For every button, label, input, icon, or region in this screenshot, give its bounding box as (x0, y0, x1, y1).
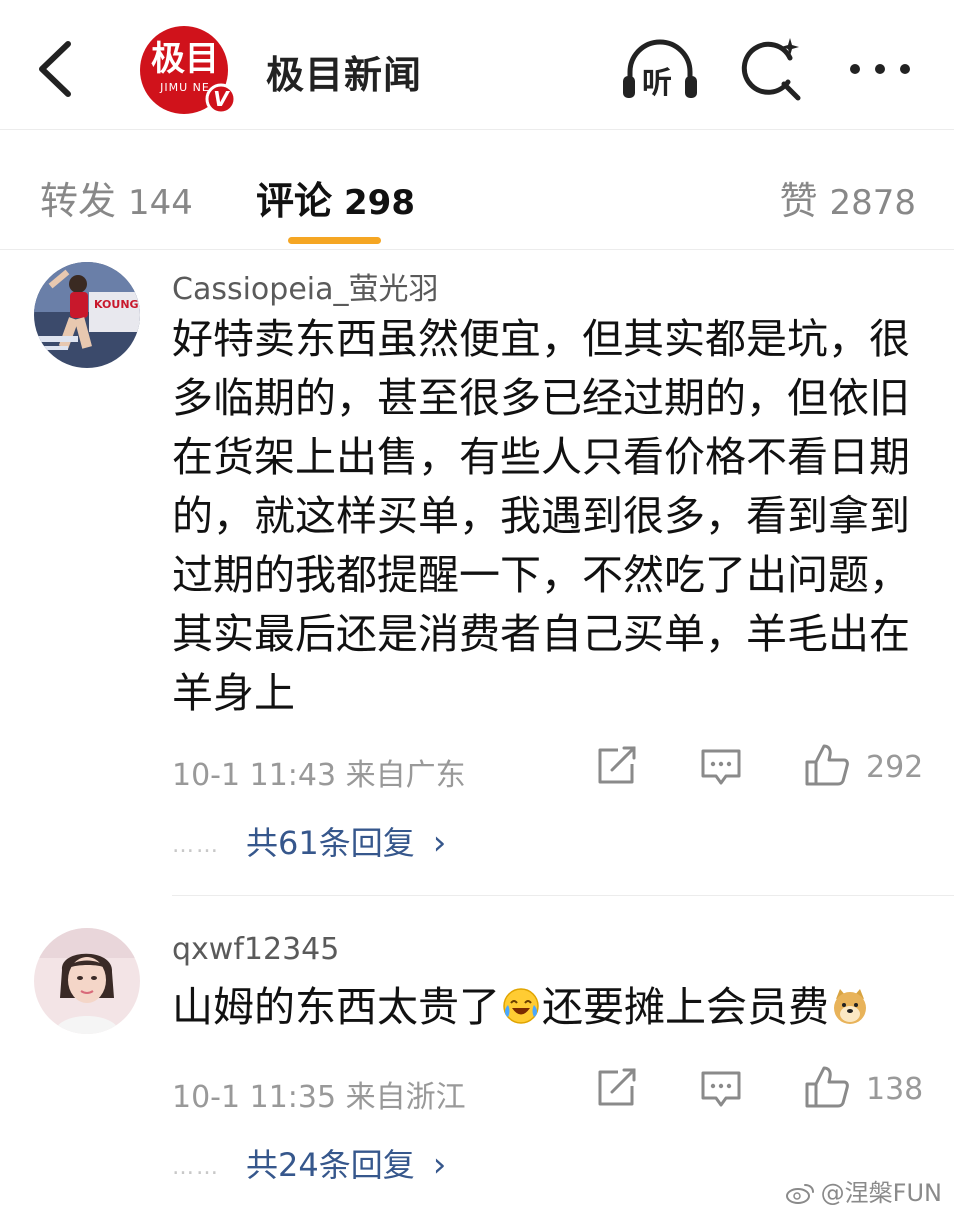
replies-count-label: 共24条回复 (246, 1146, 415, 1184)
reply-button[interactable] (700, 748, 742, 792)
share-icon (598, 1068, 636, 1106)
verified-badge: V (213, 87, 229, 111)
tab-comment-count: 298 (344, 183, 415, 223)
tab-like-count: 2878 (829, 183, 916, 223)
more-dots-icon (850, 64, 910, 74)
comment-text-part1: 山姆的东西太贵了 (172, 983, 500, 1031)
username[interactable]: qxwf12345 (172, 932, 339, 967)
view-replies-link[interactable]: …… 共24条回复 › (172, 1140, 446, 1186)
laugh-cry-emoji-icon (503, 988, 539, 1024)
comment-icon (701, 749, 741, 785)
watermark-text: @涅槃FUN (820, 1179, 942, 1207)
comment-item: qxwf12345 山姆的东西太贵了 还要摊上会员费 10-1 11:35 来自… (0, 896, 954, 1196)
user-avatar-image (34, 262, 140, 368)
doge-emoji-icon (834, 989, 866, 1024)
tab-repost-count: 144 (128, 183, 193, 223)
view-replies-link[interactable]: …… 共61条回复 › (172, 818, 446, 864)
username[interactable]: Cassiopeia_萤光羽 (172, 264, 439, 308)
weibo-logo-icon (785, 1184, 814, 1204)
share-icon (598, 746, 636, 784)
search-button[interactable] (738, 36, 806, 104)
account-logo[interactable]: 极目 JIMU NE V (137, 25, 237, 115)
back-button[interactable] (30, 38, 82, 100)
comment-text: 山姆的东西太贵了 还要摊上会员费 (172, 978, 924, 1037)
top-bar: 极目 JIMU NE V 极目新闻 听 (0, 0, 954, 130)
comment-text: 好特卖东西虽然便宜，但其实都是坑，很多临期的，甚至很多已经过期的，但依旧在货架上… (172, 315, 910, 717)
like-button[interactable] (804, 742, 850, 792)
comment-meta: 10-1 11:35 来自浙江 (172, 1080, 466, 1115)
avatar[interactable] (34, 928, 140, 1034)
tab-repost-label: 转发 (40, 179, 117, 223)
back-arrow-icon (39, 41, 71, 97)
replies-dots: …… (172, 1154, 220, 1180)
account-title: 极目新闻 (266, 53, 423, 97)
more-button[interactable] (845, 52, 915, 86)
search-icon (741, 38, 801, 101)
repost-button[interactable] (596, 1068, 638, 1112)
like-count: 292 (866, 750, 924, 785)
tab-like-label: 赞 (779, 179, 818, 223)
logo-text: 极目 (151, 39, 219, 79)
chevron-right-icon: › (432, 1145, 447, 1185)
repost-button[interactable] (596, 746, 638, 790)
user-avatar-image (34, 928, 140, 1034)
replies-dots: …… (172, 832, 220, 858)
like-button[interactable] (804, 1064, 850, 1114)
active-tab-indicator (288, 237, 381, 244)
reply-button[interactable] (700, 1070, 742, 1114)
chevron-right-icon: › (432, 823, 447, 863)
avatar[interactable]: KOUNG (34, 262, 140, 368)
comment-text-part2: 还要摊上会员费 (542, 983, 829, 1031)
comment-icon (701, 1071, 741, 1107)
comment-meta: 10-1 11:43 来自广东 (172, 758, 466, 793)
tab-like[interactable]: 赞 2878 (779, 170, 916, 225)
tab-comment-label: 评论 (256, 179, 333, 223)
thumbs-up-icon (805, 1066, 849, 1108)
avatar-text: KOUNG (94, 298, 139, 311)
listen-button[interactable]: 听 (620, 38, 700, 102)
like-count: 138 (866, 1072, 924, 1107)
comment-item: KOUNG Cassiopeia_萤光羽 好特卖东西虽然便宜，但其实都是坑，很多… (0, 250, 954, 896)
replies-count-label: 共61条回复 (246, 824, 415, 862)
listen-label: 听 (642, 66, 672, 101)
weibo-watermark: @涅槃FUN (785, 1173, 942, 1208)
tab-bar: 转发 144 评论 298 赞 2878 (0, 130, 954, 250)
tab-comment[interactable]: 评论 298 (256, 170, 415, 225)
thumbs-up-icon (805, 744, 849, 786)
tab-repost[interactable]: 转发 144 (40, 170, 193, 225)
